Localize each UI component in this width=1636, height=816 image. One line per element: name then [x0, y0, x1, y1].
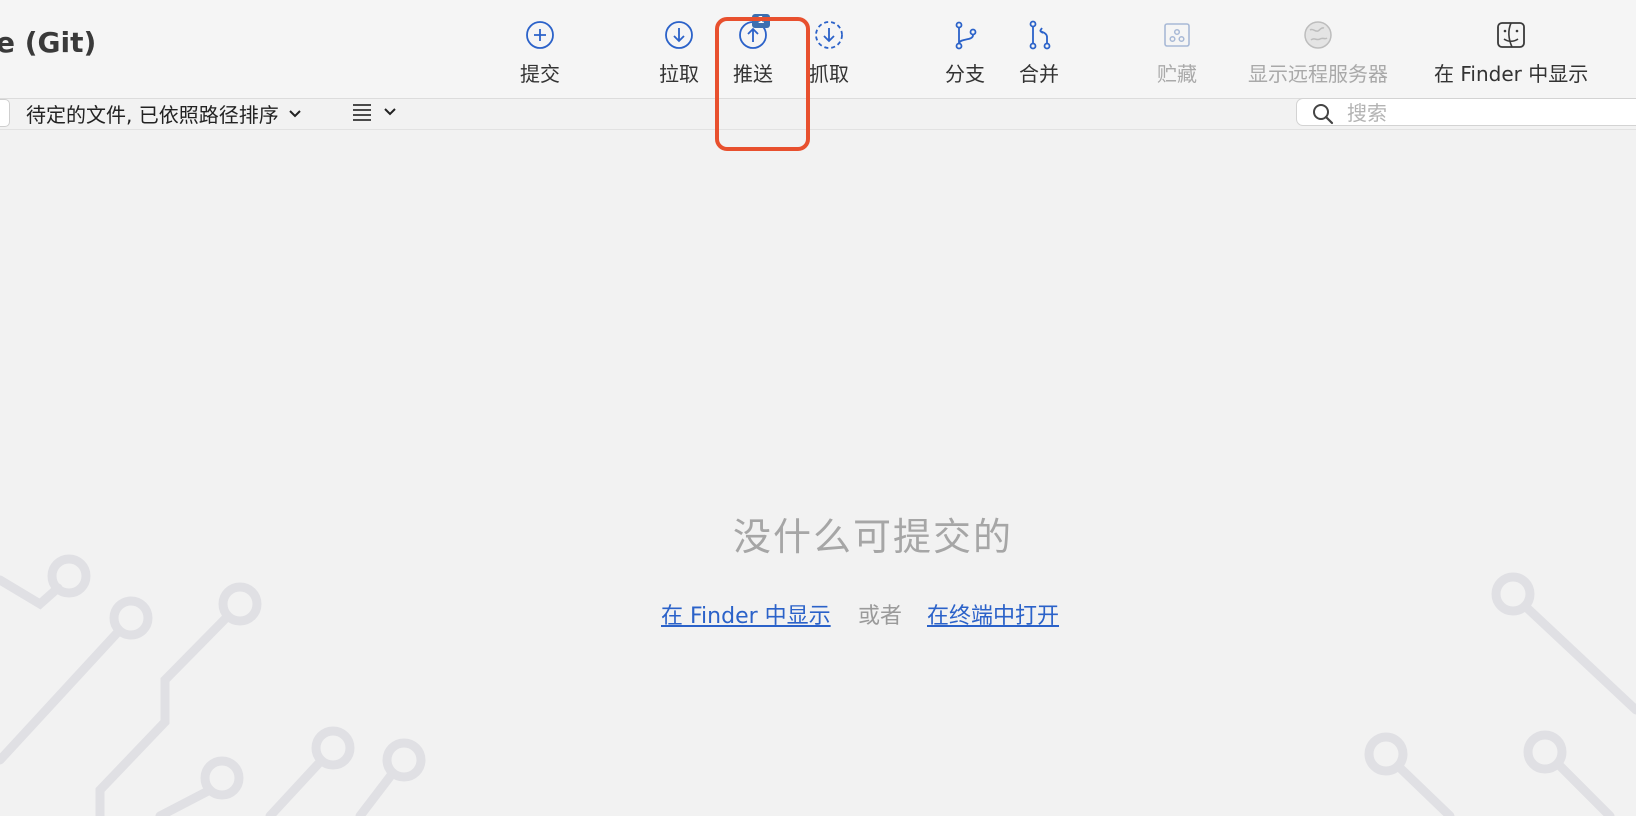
list-icon — [353, 104, 371, 121]
globe-icon — [1304, 21, 1332, 49]
arrow-down-circle-icon — [665, 21, 693, 49]
show-in-finder-button[interactable]: 在 Finder 中显示 — [1434, 18, 1588, 94]
merge-label: 合并 — [1019, 62, 1059, 86]
stash-label: 贮藏 — [1157, 62, 1197, 86]
view-options-dropdown[interactable] — [352, 101, 398, 123]
search-field[interactable] — [1296, 98, 1636, 126]
branch-button[interactable]: 分支 — [945, 18, 985, 94]
merge-button[interactable]: 合并 — [1019, 18, 1059, 94]
commit-label: 提交 — [520, 62, 560, 86]
merge-icon — [1029, 20, 1051, 50]
or-text: 或者 — [858, 604, 903, 629]
fetch-button[interactable]: 抓取 — [809, 18, 849, 94]
dashed-arrow-down-circle-icon — [815, 21, 843, 49]
search-icon — [1313, 104, 1334, 125]
stash-icon — [1164, 23, 1190, 47]
plus-circle-icon — [526, 21, 554, 49]
empty-state-title: 没什么可提交的 — [732, 515, 1013, 559]
branch-icon — [955, 21, 977, 50]
commit-button[interactable]: 提交 — [520, 18, 560, 94]
show-in-finder-label: 在 Finder 中显示 — [1434, 62, 1589, 86]
push-highlight-box — [715, 17, 810, 151]
chevron-down-icon — [384, 108, 396, 116]
toolbar: e (Git) 提交 拉取 1 推送 抓取 分支 合并 贮藏 显示远程服务器 在… — [0, 0, 1636, 99]
show-in-finder-link[interactable]: 在 Finder 中显示 — [661, 598, 845, 630]
branch-label: 分支 — [945, 62, 985, 86]
fetch-label: 抓取 — [809, 62, 849, 86]
show-remote-label: 显示远程服务器 — [1248, 62, 1388, 86]
repo-title: e (Git) — [0, 26, 97, 59]
pull-label: 拉取 — [659, 62, 699, 86]
finder-icon — [1497, 22, 1526, 48]
file-list-header: 待定的文件, 已依照路径排序 — [0, 98, 1636, 130]
chevron-down-icon — [289, 109, 301, 117]
staging-checkbox[interactable] — [0, 99, 10, 127]
stash-button[interactable]: 贮藏 — [1157, 18, 1197, 94]
sort-dropdown-label: 待定的文件, 已依照路径排序 — [26, 103, 279, 127]
open-in-terminal-link[interactable]: 在终端中打开 — [927, 598, 1059, 630]
sort-dropdown[interactable]: 待定的文件, 已依照路径排序 — [26, 99, 303, 128]
pull-button[interactable]: 拉取 — [659, 18, 699, 94]
search-input[interactable] — [1345, 101, 1609, 125]
show-remote-button[interactable]: 显示远程服务器 — [1248, 18, 1388, 94]
